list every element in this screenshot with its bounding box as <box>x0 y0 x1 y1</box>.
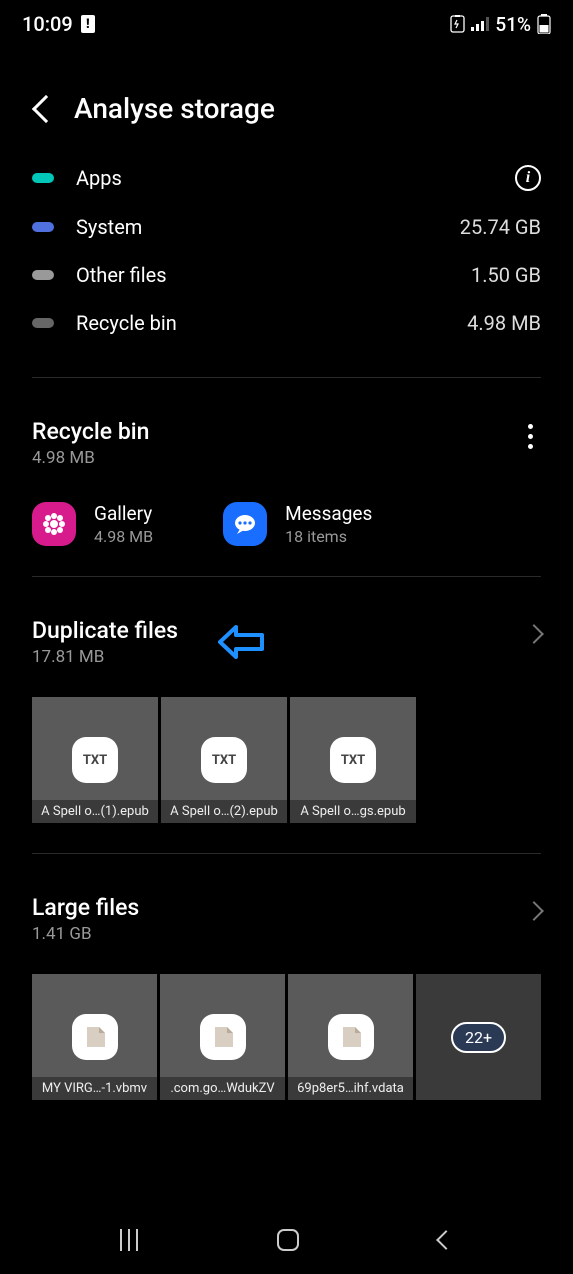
more-options-button[interactable] <box>520 418 541 455</box>
recycle-bin-section: Recycle bin 4.98 MB Gallery 4.98 MB Mess… <box>0 378 573 546</box>
category-color-system <box>32 222 54 232</box>
generic-file-icon <box>72 1014 118 1060</box>
file-tile[interactable]: TXT A Spell o…(2).epub <box>161 697 287 823</box>
category-apps[interactable]: Apps i <box>32 153 541 203</box>
chevron-right-icon <box>524 624 544 644</box>
battery-icon <box>537 14 551 34</box>
recycle-bin-gallery[interactable]: Gallery 4.98 MB <box>32 502 153 546</box>
category-value: 4.98 MB <box>467 311 541 335</box>
txt-file-icon: TXT <box>330 737 376 783</box>
file-tile[interactable]: .com.go…WdukZV <box>160 974 285 1100</box>
category-label: System <box>76 215 438 239</box>
nav-back-icon <box>436 1230 456 1250</box>
txt-file-icon: TXT <box>201 737 247 783</box>
file-name: MY VIRG…-1.vbmv <box>32 1077 157 1100</box>
signal-icon <box>471 17 489 31</box>
category-color-apps <box>32 173 54 183</box>
nav-back-button[interactable] <box>439 1233 453 1247</box>
category-color-other <box>32 270 54 280</box>
notification-icon: ! <box>81 15 95 33</box>
txt-file-icon: TXT <box>72 737 118 783</box>
large-files-section: Large files 1.41 GB MY VIRG…-1.vbmv .com… <box>0 854 573 1100</box>
duplicate-file-grid: TXT A Spell o…(1).epub TXT A Spell o…(2)… <box>32 667 541 823</box>
item-detail: 18 items <box>285 527 372 546</box>
duplicate-files-section: Duplicate files 17.81 MB TXT A Spell o…(… <box>0 577 573 823</box>
category-color-recycle <box>32 318 54 328</box>
category-label: Apps <box>76 166 493 190</box>
info-icon[interactable]: i <box>515 165 541 191</box>
recycle-bin-messages[interactable]: Messages 18 items <box>223 502 372 546</box>
messages-icon <box>223 502 267 546</box>
section-title: Duplicate files <box>32 617 178 644</box>
file-tile[interactable]: TXT A Spell o…(1).epub <box>32 697 158 823</box>
file-name: A Spell o…(1).epub <box>32 800 158 823</box>
clock: 10:09 <box>22 12 73 36</box>
category-value: 1.50 GB <box>471 263 541 287</box>
back-icon <box>32 94 60 122</box>
status-left: 10:09 ! <box>22 12 95 36</box>
status-right: 51% <box>450 13 551 36</box>
status-bar: 10:09 ! 51% <box>0 0 573 44</box>
annotation-arrow-icon <box>218 625 264 659</box>
more-count-badge: 22+ <box>451 1022 506 1053</box>
section-title: Large files <box>32 894 139 921</box>
item-title: Gallery <box>94 502 153 525</box>
category-value: 25.74 GB <box>460 215 541 239</box>
chevron-right-icon <box>524 901 544 921</box>
navigation-bar <box>0 1206 573 1274</box>
file-name: 69p8er5…ihf.vdata <box>288 1077 413 1100</box>
gallery-icon <box>32 502 76 546</box>
item-detail: 4.98 MB <box>94 527 153 546</box>
back-button[interactable] <box>32 99 56 119</box>
section-subtitle: 17.81 MB <box>32 647 178 667</box>
section-subtitle: 4.98 MB <box>32 448 149 468</box>
recycle-bin-header[interactable]: Recycle bin 4.98 MB <box>32 418 541 468</box>
page-title: Analyse storage <box>74 92 275 125</box>
header: Analyse storage <box>0 44 573 153</box>
battery-saver-icon <box>450 15 465 33</box>
file-tile[interactable]: TXT A Spell o…gs.epub <box>290 697 416 823</box>
large-files-header[interactable]: Large files 1.41 GB <box>32 894 541 944</box>
file-tile[interactable]: 69p8er5…ihf.vdata <box>288 974 413 1100</box>
item-title: Messages <box>285 502 372 525</box>
category-label: Other files <box>76 263 449 287</box>
category-recycle[interactable]: Recycle bin 4.98 MB <box>32 299 541 347</box>
duplicate-files-header[interactable]: Duplicate files 17.81 MB <box>32 617 541 667</box>
nav-recents-button[interactable] <box>120 1229 138 1251</box>
category-system[interactable]: System 25.74 GB <box>32 203 541 251</box>
large-file-grid: MY VIRG…-1.vbmv .com.go…WdukZV 69p8er5…i… <box>32 944 541 1100</box>
storage-category-list: Apps i System 25.74 GB Other files 1.50 … <box>0 153 573 347</box>
battery-text: 51% <box>495 13 531 36</box>
nav-home-button[interactable] <box>277 1229 299 1251</box>
file-name: .com.go…WdukZV <box>160 1077 285 1100</box>
section-subtitle: 1.41 GB <box>32 924 139 944</box>
section-title: Recycle bin <box>32 418 149 445</box>
file-tile[interactable]: MY VIRG…-1.vbmv <box>32 974 157 1100</box>
recycle-bin-items: Gallery 4.98 MB Messages 18 items <box>32 468 541 546</box>
category-other[interactable]: Other files 1.50 GB <box>32 251 541 299</box>
category-label: Recycle bin <box>76 311 445 335</box>
file-tile-more[interactable]: 22+ <box>416 974 541 1100</box>
generic-file-icon <box>328 1014 374 1060</box>
generic-file-icon <box>200 1014 246 1060</box>
file-name: A Spell o…(2).epub <box>161 800 287 823</box>
file-name: A Spell o…gs.epub <box>290 800 416 823</box>
